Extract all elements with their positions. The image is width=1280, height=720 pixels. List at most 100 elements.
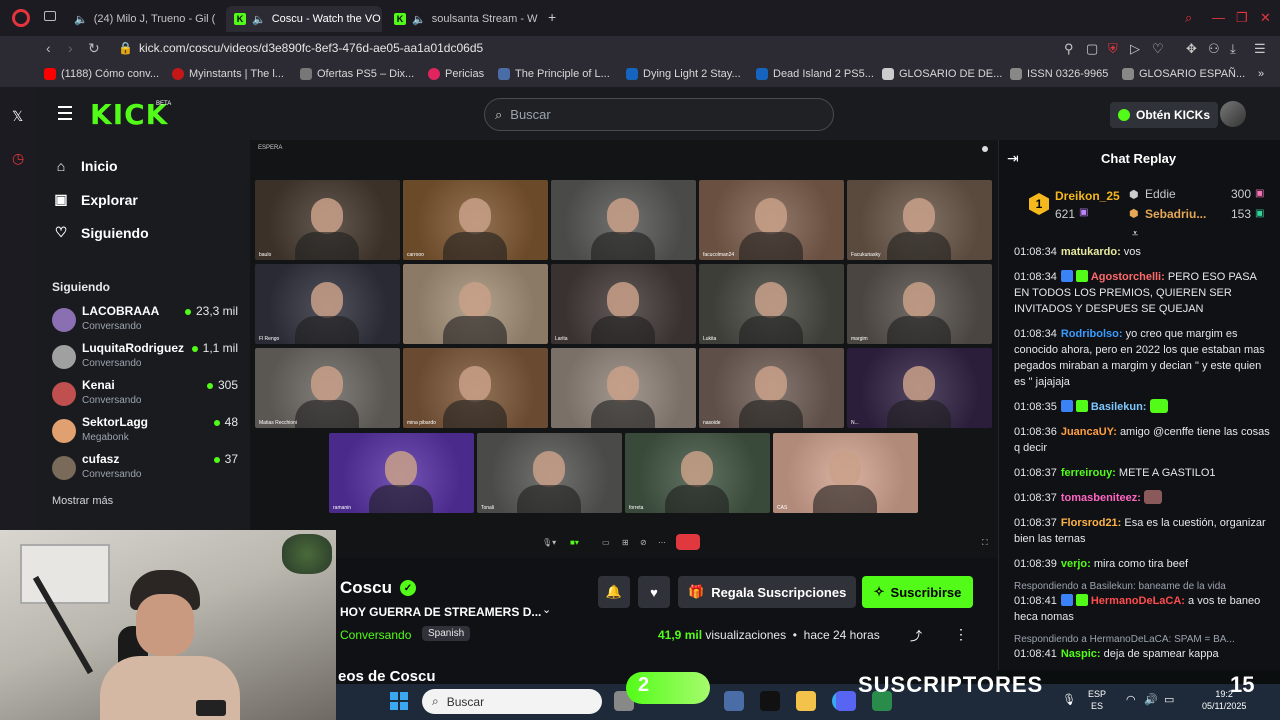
category-link[interactable]: Conversando [340, 628, 411, 642]
participant-tile[interactable]: N... [847, 348, 992, 428]
download-icon[interactable]: ⤓ [1230, 41, 1236, 57]
leaderboard-name[interactable]: Eddie [1145, 187, 1176, 201]
show-more-link[interactable]: Mostrar más [52, 495, 113, 507]
language-tag[interactable]: Spanish [422, 626, 471, 641]
subscribe-button[interactable]: ✧ Suscribirse [862, 576, 973, 608]
message-username[interactable]: Naspic: [1061, 648, 1101, 660]
bookmark-item[interactable]: Ofertas PS5 – Dix... [300, 68, 414, 80]
bookmark-item[interactable]: Myinstants | The l... [172, 68, 284, 80]
x-twitter-icon[interactable]: 𝕏 [12, 108, 23, 125]
heart-icon[interactable]: ♡ [1152, 41, 1164, 57]
following-item[interactable]: cufasz Conversando 37 [52, 452, 238, 486]
effects-icon[interactable]: ⊘ [640, 538, 647, 552]
mic-control-icon[interactable]: 🎙▾ [542, 538, 556, 552]
participant-tile[interactable]: Matias Recchioni [255, 348, 400, 428]
tab-coscu[interactable]: K 🔈 Coscu - Watch the VO [226, 6, 382, 32]
history-icon[interactable]: ◷ [12, 150, 24, 167]
nav-explore[interactable]: ▣ Explorar [53, 191, 137, 208]
message-username[interactable]: tomasbeniteez: [1061, 492, 1141, 504]
participant-tile[interactable]: carrooo [403, 180, 548, 260]
search-tabs-icon[interactable]: ⌕ [1185, 10, 1192, 26]
participant-tile[interactable]: facucolman24 [699, 180, 844, 260]
tab-youtube[interactable]: 🔈 (24) Milo J, Trueno - Gil ( [66, 6, 224, 32]
hamburger-menu-icon[interactable] [58, 106, 72, 124]
participant-tile[interactable]: margim [847, 264, 992, 344]
minimize-icon[interactable]: — [1212, 10, 1225, 25]
participant-tile[interactable]: Lukita [699, 264, 844, 344]
participant-tile[interactable]: mina pibardo [403, 348, 548, 428]
url-field[interactable]: 🔒 kick.com/coscu/videos/d3e890fc-8ef3-476… [118, 41, 483, 55]
bookmark-item[interactable]: GLOSARIO ESPAÑ... [1122, 68, 1245, 80]
play-icon[interactable]: ▷ [1130, 41, 1140, 57]
channel-name[interactable]: Coscu [340, 578, 392, 598]
bookmark-item[interactable]: GLOSARIO DE DE... [882, 68, 1002, 80]
video-player[interactable]: ESPERA baulo carrooo facucolman24 Facukuria… [250, 140, 998, 558]
message-username[interactable]: JuancaUY: [1061, 426, 1117, 438]
more-options-icon[interactable]: ⋮ [954, 626, 968, 643]
leaderboard-name[interactable]: Sebadriu... [1145, 207, 1206, 221]
following-item[interactable]: LACOBRAAA Conversando 23,3 mil [52, 304, 238, 338]
participant-tile[interactable]: ramanin [329, 433, 474, 513]
fullscreen-icon[interactable]: ⛶ [982, 538, 988, 552]
back-icon[interactable]: ‹ [46, 40, 51, 56]
participant-tile[interactable]: Tonali [477, 433, 622, 513]
menu-icon[interactable]: ☰ [1254, 41, 1266, 57]
participant-tile[interactable]: CAS [773, 433, 918, 513]
participant-tile[interactable]: Facukuriasky [847, 180, 992, 260]
bookmark-item[interactable]: Dead Island 2 PS5... [756, 68, 874, 80]
message-username[interactable]: ferreirouy: [1061, 467, 1116, 479]
participant-tile[interactable] [551, 348, 696, 428]
hang-up-button[interactable] [676, 534, 700, 550]
participant-tile[interactable] [403, 264, 548, 344]
tab-soulsanta[interactable]: K 🔈 soulsanta Stream - W [386, 6, 538, 32]
message-username[interactable]: Florsrod21: [1061, 517, 1122, 529]
pin-icon[interactable]: ⚲ [1064, 41, 1074, 57]
follow-heart-button[interactable]: ♥ [638, 576, 670, 608]
participant-tile[interactable]: Larita [551, 264, 696, 344]
chevron-down-icon[interactable]: ⌄ [542, 603, 551, 616]
camera-control-icon[interactable]: ■▾ [570, 538, 579, 552]
search-input[interactable]: ⌕ Buscar [484, 98, 834, 131]
shield-icon[interactable]: ⛨ [1108, 41, 1118, 57]
taskbar-search-input[interactable]: ⌕ Buscar [422, 689, 602, 714]
bookmark-item[interactable]: Pericias [428, 68, 484, 80]
more-bookmarks-icon[interactable]: » [1258, 68, 1264, 80]
opera-logo-icon[interactable] [12, 9, 30, 27]
new-tab-button[interactable]: + [548, 9, 556, 25]
message-username[interactable]: Agostorchelli: [1091, 271, 1165, 283]
nav-home[interactable]: ⌂ Inicio [53, 158, 118, 174]
get-kicks-button[interactable]: Obtén KICKs [1110, 102, 1219, 128]
bookmark-item[interactable]: (1188) Cómo conv... [44, 68, 159, 80]
share-icon[interactable]: ⤴ [910, 627, 922, 644]
message-username[interactable]: HermanoDeLaCA: [1091, 595, 1185, 607]
bookmark-item[interactable]: Dying Light 2 Stay... [626, 68, 741, 80]
participant-tile[interactable]: nasoide [699, 348, 844, 428]
message-username[interactable]: verjo: [1061, 558, 1091, 570]
following-item[interactable]: SektorLagg Megabonk 48 [52, 415, 238, 449]
message-username[interactable]: matukardo: [1061, 246, 1121, 258]
forward-icon[interactable]: › [68, 40, 73, 56]
snapshot-icon[interactable]: ▢ [1086, 41, 1098, 57]
tab-manager-icon[interactable] [44, 11, 56, 21]
message-username[interactable]: Rodribolso: [1061, 328, 1123, 340]
maximize-icon[interactable]: ❐ [1236, 10, 1248, 26]
message-username[interactable]: Basilekun: [1091, 401, 1147, 413]
close-icon[interactable]: ✕ [1260, 10, 1271, 26]
nav-following[interactable]: ♡ Siguiendo [53, 224, 149, 241]
profile-icon[interactable]: ⚇ [1208, 41, 1220, 57]
gift-subs-button[interactable]: 🎁 Regala Suscripciones [678, 576, 857, 608]
following-item[interactable]: Kenai Conversando 305 [52, 378, 238, 412]
collapse-chat-icon[interactable]: ⇥ [1007, 150, 1019, 167]
notification-bell-button[interactable]: 🔔 [598, 576, 630, 608]
expand-leaderboard-icon[interactable]: ⩡ [1132, 228, 1138, 241]
user-avatar[interactable] [1220, 101, 1246, 127]
following-item[interactable]: LuquitaRodriguez Conversando 1,1 mil [52, 341, 238, 375]
extensions-icon[interactable]: ✥ [1186, 41, 1197, 57]
participant-tile[interactable]: Fl Rengo [255, 264, 400, 344]
bookmark-item[interactable]: The Principle of L... [498, 68, 610, 80]
share-screen-icon[interactable]: ▭ [602, 538, 610, 552]
reload-icon[interactable]: ↻ [88, 40, 100, 57]
more-options-icon[interactable]: ⋯ [658, 538, 666, 552]
participant-tile[interactable] [551, 180, 696, 260]
bookmark-item[interactable]: ISSN 0326-9965 [1010, 68, 1108, 80]
